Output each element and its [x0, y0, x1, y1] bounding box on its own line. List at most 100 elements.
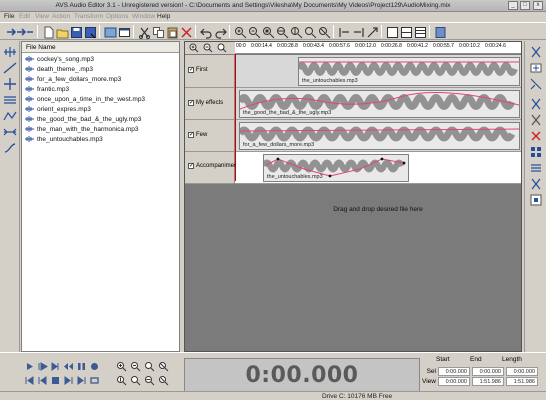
- go-end-icon[interactable]: [76, 375, 87, 386]
- track-body[interactable]: the_untouchables.mp3: [235, 152, 521, 184]
- drop-zone[interactable]: Drag and drop desired file here: [235, 194, 521, 294]
- tool-compress-icon[interactable]: [3, 93, 17, 107]
- menu-options[interactable]: Options: [106, 13, 128, 20]
- list-item[interactable]: frantic.mp3: [25, 86, 69, 94]
- play-icon[interactable]: [24, 361, 35, 372]
- zoom-track-icon[interactable]: [158, 375, 169, 386]
- cut-icon[interactable]: [529, 45, 543, 59]
- zoom-vertical-in-icon[interactable]: [289, 25, 303, 39]
- menu-action[interactable]: Action: [52, 13, 70, 20]
- track-enable-checkbox[interactable]: ✓: [188, 67, 194, 73]
- zoom-fit-icon[interactable]: [217, 43, 227, 53]
- save-icon[interactable]: [69, 25, 82, 38]
- track-header[interactable]: ✓ Accompaniment: [185, 152, 239, 184]
- track-header[interactable]: ✓ First: [185, 55, 235, 88]
- track-body[interactable]: the_untouchables.mp3: [235, 55, 521, 88]
- zoom-vertical-in-icon[interactable]: [116, 375, 127, 386]
- record-icon[interactable]: [89, 361, 100, 372]
- menu-transform[interactable]: Transform: [74, 13, 103, 20]
- paste-track-icon[interactable]: [529, 193, 543, 207]
- go-start-icon[interactable]: [24, 375, 35, 386]
- menu-help[interactable]: Help: [157, 13, 170, 20]
- view-end-field[interactable]: 1:51.986: [472, 377, 504, 386]
- rewind-icon[interactable]: [63, 361, 74, 372]
- tool-normalize-icon[interactable]: [3, 45, 17, 59]
- play-selection-icon[interactable]: [37, 361, 48, 372]
- list-item[interactable]: cockey’s_song.mp3: [25, 56, 94, 64]
- audio-clip[interactable]: for_a_few_dollars_more.mp3: [239, 122, 520, 150]
- menu-file[interactable]: File: [4, 13, 14, 20]
- pause-icon[interactable]: [76, 361, 87, 372]
- view-length-field[interactable]: 1:51.986: [506, 377, 538, 386]
- zoom-selection-icon[interactable]: [261, 25, 275, 39]
- loop-icon[interactable]: [89, 375, 100, 386]
- list-item[interactable]: once_upon_a_time_in_the_west.mp3: [25, 96, 145, 104]
- undo-icon[interactable]: [199, 25, 212, 39]
- properties-icon[interactable]: [433, 25, 446, 38]
- track-add-icon[interactable]: [529, 61, 543, 75]
- list-item[interactable]: the_good_the_bad_&_the_ugly.mp3: [25, 116, 141, 124]
- view-tracks-icon[interactable]: [413, 25, 426, 38]
- tool-stretch-icon[interactable]: [3, 125, 17, 139]
- playback-cursor[interactable]: [235, 54, 236, 181]
- zoom-vertical-out-icon[interactable]: [130, 375, 141, 386]
- audio-clip[interactable]: the_untouchables.mp3: [298, 57, 520, 86]
- trim-icon[interactable]: [529, 113, 543, 127]
- save-as-icon[interactable]: [83, 25, 96, 39]
- zoom-out-icon[interactable]: [203, 43, 213, 53]
- zoom-in-icon[interactable]: [189, 43, 199, 53]
- file-list-header[interactable]: File Name: [22, 42, 179, 53]
- tool-reverse-icon[interactable]: [3, 141, 17, 155]
- tool-amplify-icon[interactable]: [3, 77, 17, 91]
- tool-fade-icon[interactable]: [3, 61, 17, 75]
- audio-clip[interactable]: the_untouchables.mp3: [263, 154, 409, 182]
- zoom-full-icon[interactable]: [158, 361, 169, 372]
- redo-icon[interactable]: [213, 25, 227, 39]
- grid-icon[interactable]: [529, 145, 543, 159]
- menu-window[interactable]: Window: [132, 13, 155, 20]
- zoom-out-icon[interactable]: [247, 25, 261, 39]
- tracks-icon[interactable]: [529, 161, 543, 175]
- copy-icon[interactable]: [151, 25, 164, 38]
- list-item[interactable]: the_man_with_the_harmonica.mp3: [25, 126, 139, 134]
- go-prev-icon[interactable]: [37, 375, 48, 386]
- select-right-icon[interactable]: [351, 25, 364, 38]
- sel-end-field[interactable]: 0:00.000: [472, 367, 504, 376]
- stop-icon[interactable]: [50, 375, 61, 386]
- tool-envelope-icon[interactable]: [3, 109, 17, 123]
- select-left-icon[interactable]: [337, 25, 350, 38]
- zoom-selection-icon[interactable]: [144, 361, 155, 372]
- maximize-button[interactable]: □: [520, 1, 530, 10]
- track-enable-checkbox[interactable]: ✓: [188, 132, 194, 138]
- list-item[interactable]: the_untouchables.mp3: [25, 136, 103, 144]
- mixer-icon[interactable]: [103, 25, 117, 38]
- snap-icon[interactable]: [365, 25, 378, 38]
- zoom-out-icon[interactable]: [130, 361, 141, 372]
- list-item[interactable]: orient_expres.mp3: [25, 106, 91, 114]
- track-header[interactable]: ✓ My effects: [185, 88, 235, 120]
- zoom-fit-icon[interactable]: [317, 25, 331, 39]
- play-loop-icon[interactable]: [50, 361, 61, 372]
- track-enable-checkbox[interactable]: ✓: [188, 100, 194, 106]
- sel-start-field[interactable]: 0:00.000: [438, 367, 470, 376]
- expand-icon[interactable]: [529, 77, 543, 91]
- cut-icon[interactable]: [137, 25, 150, 39]
- track-body[interactable]: for_a_few_dollars_more.mp3: [235, 120, 521, 152]
- sel-length-field[interactable]: 0:00.000: [506, 367, 538, 376]
- delete-icon[interactable]: [529, 129, 543, 143]
- zoom-in-icon[interactable]: [116, 361, 127, 372]
- open-file-icon[interactable]: [55, 25, 69, 39]
- new-file-icon[interactable]: [41, 25, 54, 39]
- time-ruler[interactable]: 00:0 0:00:14.4 0:00:28.8 0:00:43.4 0:00:…: [235, 42, 521, 54]
- track-header[interactable]: ✓ Few: [185, 120, 235, 152]
- cut-track-icon[interactable]: [529, 177, 543, 191]
- split-icon[interactable]: [529, 97, 543, 111]
- menu-view[interactable]: View: [35, 13, 49, 20]
- delete-icon[interactable]: [179, 25, 192, 38]
- view-single-icon[interactable]: [385, 25, 398, 38]
- paste-icon[interactable]: [165, 25, 178, 39]
- go-next-icon[interactable]: [63, 375, 74, 386]
- minimize-button[interactable]: _: [508, 1, 518, 10]
- track-enable-checkbox[interactable]: ✓: [188, 163, 194, 169]
- view-start-field[interactable]: 0:00.000: [438, 377, 470, 386]
